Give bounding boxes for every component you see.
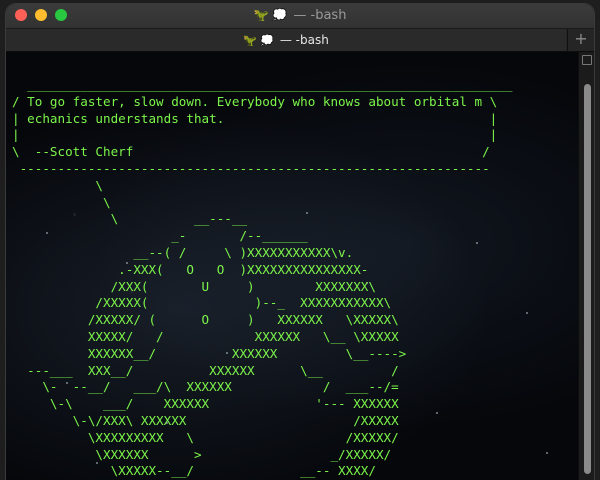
terminal-line: ---___ XXX__/ XXXXXX \__ / (27, 362, 399, 378)
terminal-line: \XXXXXXXXX \ /XXXXX/ (87, 429, 399, 445)
terminal-line: /XXXXX/ ( O ) XXXXXX \XXXXX\ (87, 312, 399, 328)
terminal-line: \-\ ___/ XXXXXX '--- XXXXXX (49, 396, 399, 412)
terminal-line: \ __---__ (110, 211, 248, 227)
tab-title: — -bash (279, 33, 329, 47)
title-bar[interactable]: 🦖 💭 — -bash (6, 4, 594, 29)
tab-bar: 🦖 💭 — -bash + (6, 29, 594, 52)
terminal-line: \- --__/ ___/\ XXXXXX / ___--/= (42, 379, 399, 395)
window-title-text: — -bash (293, 8, 347, 23)
terminal-line: XXXXX/ / XXXXXX \__ \XXXXX (87, 328, 399, 344)
scroll-thumb[interactable] (584, 84, 591, 474)
tab-process-icon: 🦖 💭 (243, 34, 275, 47)
terminal-line: .-XXX( O O )XXXXXXXXXXXXXXX- (118, 261, 369, 277)
window-title: 🦖 💭 — -bash (6, 8, 594, 23)
terminal-content[interactable]: ________________________________________… (6, 52, 578, 480)
terminal-line: | | (12, 127, 498, 143)
terminal-window: 🦖 💭 — -bash 🦖 💭 — -bash + ______________… (6, 4, 594, 480)
tab-bash[interactable]: 🦖 💭 — -bash (6, 29, 566, 51)
terminal-line: / To go faster, slow down. Everybody who… (12, 93, 498, 109)
terminal-line: \ --Scott Cherf / (12, 144, 490, 160)
scroll-up-icon[interactable] (582, 55, 592, 65)
process-icon: 🦖 💭 (253, 8, 288, 22)
terminal-line: /XXXXX( )--_ XXXXXXXXXXX\ (95, 295, 392, 311)
terminal-output: ________________________________________… (12, 77, 512, 480)
terminal-line: \ (95, 177, 103, 193)
terminal-line: _- /--______ (171, 228, 308, 244)
terminal-line: \ (102, 194, 111, 210)
terminal-line: XXXXXX__/ XXXXXX \__----> (87, 345, 407, 361)
new-tab-button[interactable]: + (567, 29, 594, 51)
terminal-line: ----------------------------------------… (19, 160, 490, 176)
vertical-scrollbar[interactable] (578, 52, 594, 480)
terminal-line: ________________________________________… (27, 77, 513, 92)
terminal-line: \XXXXX--__/ __-- XXXX/ (110, 463, 376, 479)
terminal-line: /XXX( U ) XXXXXXX\ (110, 278, 376, 294)
terminal-line: __--( / \ )XXXXXXXXXXX\v. (133, 244, 354, 260)
terminal-line: \XXXXXX > _/XXXXX/ (95, 446, 392, 462)
terminal-line: \-\/XXX\ XXXXXX /XXXXX (72, 412, 399, 428)
terminal-line: | echanics understands that. | (12, 110, 498, 126)
